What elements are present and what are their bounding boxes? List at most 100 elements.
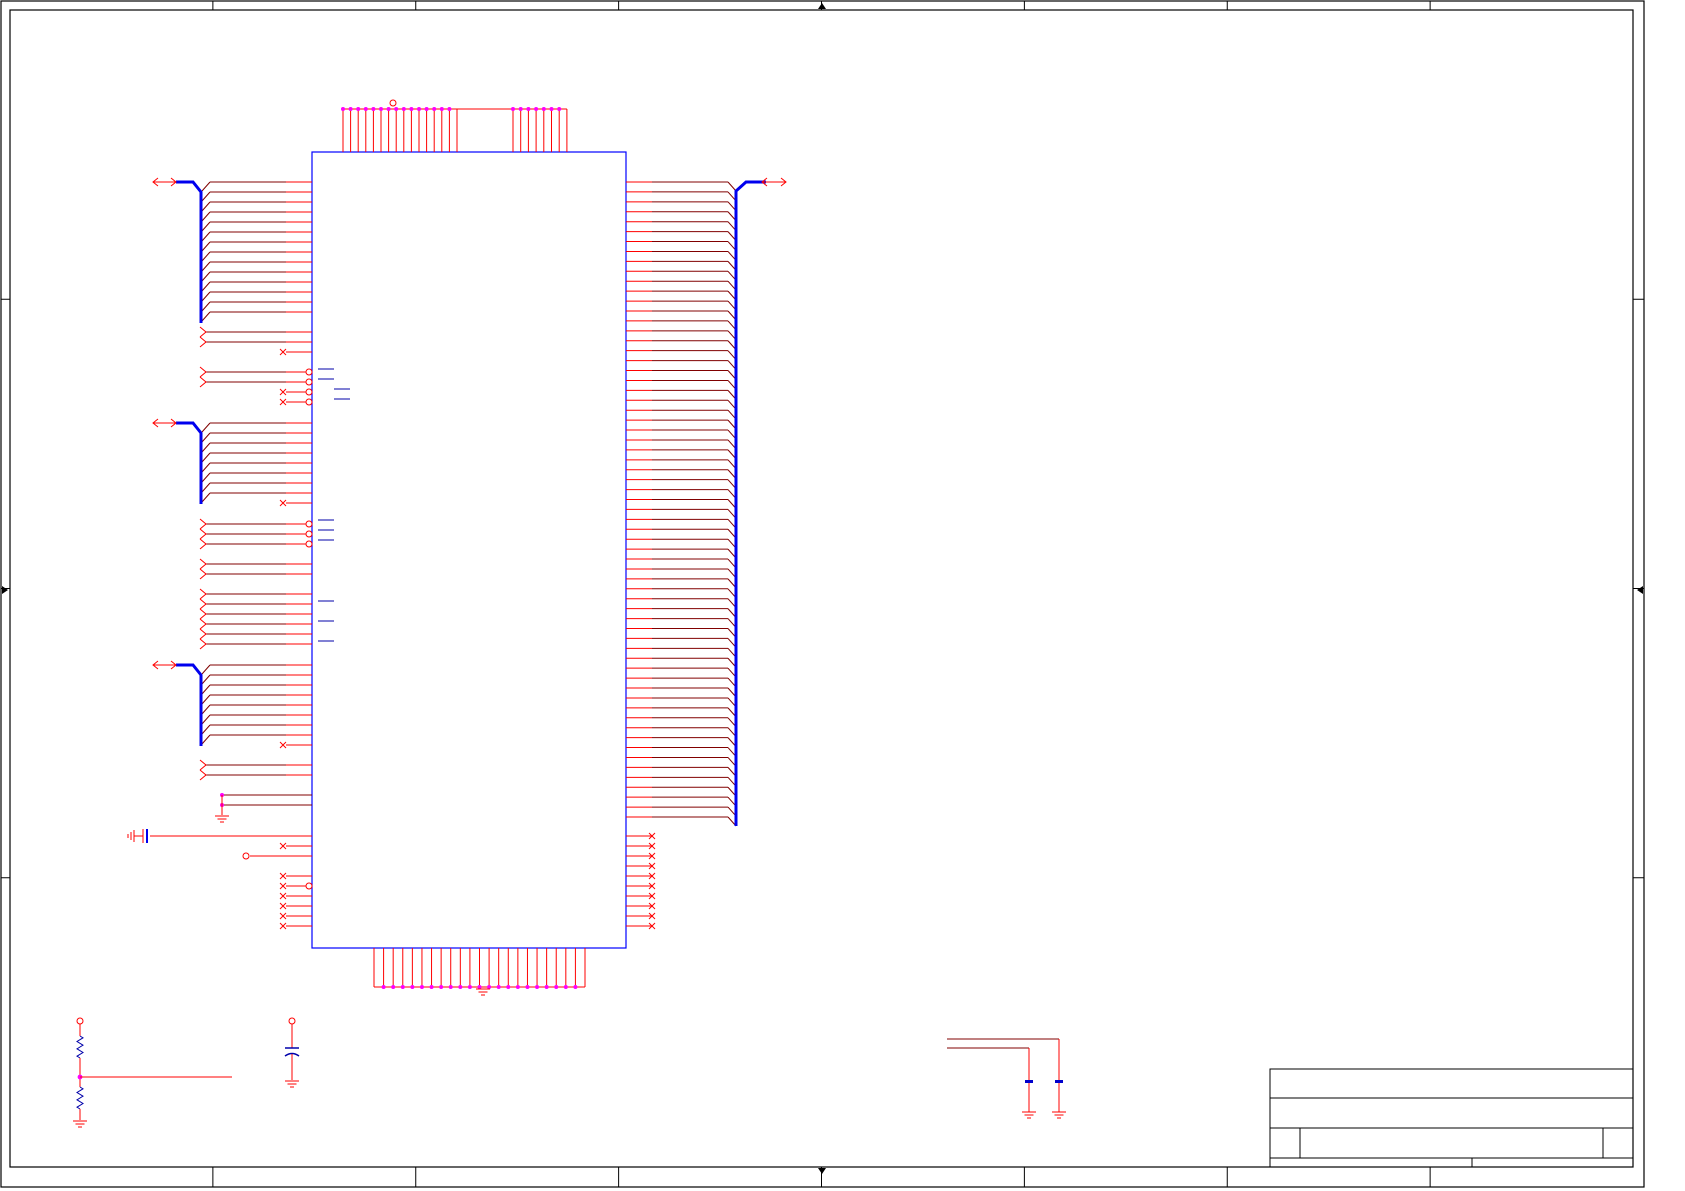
bus-entry — [201, 432, 211, 443]
power-junction — [549, 107, 554, 111]
ground-junction — [525, 985, 530, 989]
bus-entry — [201, 704, 211, 715]
reset-net-port — [242, 852, 250, 860]
decoupling-supply-port — [288, 1017, 296, 1025]
data-bus — [734, 180, 766, 826]
bus-entry — [201, 251, 211, 262]
power-junction — [439, 107, 444, 111]
bus-entry — [201, 261, 211, 272]
ground-junction — [448, 985, 453, 989]
divider-supply-port — [76, 1017, 84, 1025]
power-junction — [379, 107, 383, 111]
bus-entry — [201, 191, 211, 202]
center-arrows — [2, 3, 1643, 1174]
power-junction — [363, 107, 368, 111]
bus-entry — [201, 241, 211, 252]
power-junction — [557, 107, 562, 111]
power-junction — [511, 107, 515, 111]
left-bus — [176, 421, 203, 504]
right-data-bus — [626, 177, 787, 827]
active-low-bubble — [305, 540, 313, 548]
power-junction — [341, 107, 345, 111]
ground-junction — [458, 985, 463, 989]
resistor — [76, 1035, 84, 1059]
ground-junction — [391, 985, 396, 989]
bus-entry — [201, 291, 211, 302]
zone-arrow — [818, 1168, 826, 1174]
power-junction — [386, 107, 391, 111]
active-low-bubble — [305, 388, 313, 396]
ground-junction — [429, 985, 434, 989]
bus-entry — [201, 734, 211, 745]
ground-junction — [496, 985, 501, 989]
left-bus — [176, 663, 203, 746]
active-low-bubble — [305, 520, 313, 528]
ground-junction — [515, 985, 520, 989]
power-junction — [401, 107, 406, 111]
bus-entry — [201, 422, 211, 433]
power-junction — [394, 107, 399, 111]
bus-entry — [201, 694, 211, 705]
ground-junction — [535, 985, 540, 989]
power-junction — [424, 107, 429, 111]
left-bus — [176, 180, 203, 323]
bus-entry — [201, 271, 211, 282]
ground-junction — [544, 985, 549, 989]
ground-junction — [410, 985, 415, 989]
power-junction — [417, 107, 421, 111]
ground-junction — [439, 985, 444, 989]
power-junction — [348, 107, 353, 111]
ground-junction — [573, 985, 578, 989]
active-low-bubble — [305, 882, 313, 890]
capacitor-body — [1055, 1080, 1063, 1083]
bus-entry — [201, 724, 211, 735]
power-junction — [534, 107, 539, 111]
ground-junction — [467, 985, 472, 989]
bus-entry — [201, 442, 211, 453]
bus-entry — [201, 472, 211, 483]
active-low-bubble — [305, 368, 313, 376]
ic-top-power-pins — [341, 99, 568, 152]
ground-junction — [487, 985, 492, 989]
zone-arrow — [1637, 586, 1643, 594]
power-junction — [526, 107, 531, 111]
bus-entry — [201, 492, 211, 503]
resistor — [76, 1086, 84, 1110]
bus-entry — [201, 181, 211, 192]
bus-entry — [201, 674, 211, 685]
ic-body — [311, 151, 627, 949]
bus-entry — [201, 311, 211, 322]
inner-border — [9, 9, 1634, 1168]
bus-entry — [201, 482, 211, 493]
capacitor-body — [1025, 1080, 1033, 1083]
bus-entry — [201, 452, 211, 463]
ground-junction — [477, 985, 482, 989]
active-low-bubble — [305, 530, 313, 538]
schematic-sheet — [0, 0, 1645, 1188]
ground-junction — [381, 985, 386, 989]
power-junction — [371, 107, 376, 111]
zone-arrow — [2, 586, 8, 594]
power-junction — [409, 107, 414, 111]
bus-entry — [201, 231, 211, 242]
support-circuits — [73, 1017, 1066, 1128]
power-junction — [432, 107, 437, 111]
ground-junction — [563, 985, 568, 989]
title-block — [1269, 1068, 1634, 1168]
bus-entry — [201, 211, 211, 222]
right-no-connect-pins — [626, 832, 656, 930]
ground-junction — [419, 985, 424, 989]
power-net-port — [389, 99, 397, 107]
bus-entry — [201, 664, 211, 675]
title-block-frame — [1269, 1068, 1634, 1168]
ground-junction — [554, 985, 559, 989]
active-low-bubble — [305, 398, 313, 406]
left-signal-pins — [127, 177, 350, 930]
ground-junction — [506, 985, 511, 989]
power-junction — [447, 107, 452, 111]
power-junction — [541, 107, 546, 111]
bus-entry — [727, 181, 737, 192]
bus-entry — [201, 221, 211, 232]
ground-junction — [400, 985, 405, 989]
active-low-bubble — [305, 378, 313, 386]
